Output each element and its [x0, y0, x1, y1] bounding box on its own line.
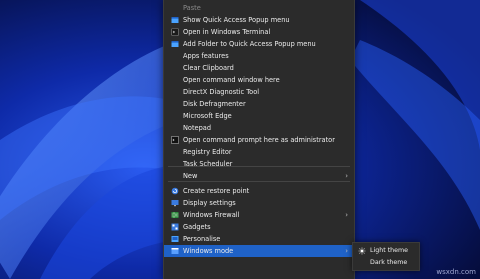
terminal-icon [171, 28, 179, 36]
submenu-item-label: Dark theme [370, 259, 408, 266]
menu-item-label: Add Folder to Quick Access Popup menu [183, 40, 316, 48]
menu-item-label: Paste [183, 4, 201, 12]
firewall-icon [171, 211, 179, 219]
menu-item-label: Microsoft Edge [183, 112, 232, 120]
menu-item-label: Show Quick Access Popup menu [183, 16, 290, 24]
submenu-item-dark-theme[interactable]: Dark theme [353, 257, 419, 269]
menu-item-label: Apps features [183, 52, 229, 60]
menu-item-label: Windows mode [183, 247, 234, 255]
menu-item-open-command-prompt-here-as-administrator[interactable]: Open command prompt here as administrato… [164, 134, 354, 146]
menu-item-create-restore-point[interactable]: Create restore point [164, 185, 354, 197]
menu-item-clear-clipboard[interactable]: Clear Clipboard [164, 62, 354, 74]
display-icon [171, 199, 179, 207]
menu-item-notepad[interactable]: Notepad [164, 122, 354, 134]
cmd-icon [171, 136, 179, 144]
menu-item-open-command-window-here[interactable]: Open command window here [164, 74, 354, 86]
menu-item-microsoft-edge[interactable]: Microsoft Edge [164, 110, 354, 122]
menu-item-label: Open command prompt here as administrato… [183, 136, 335, 144]
menu-item-personalise[interactable]: Personalise [164, 233, 354, 245]
menu-item-display-settings[interactable]: Display settings [164, 197, 354, 209]
personalise-icon [171, 235, 179, 243]
menu-item-label: Display settings [183, 199, 236, 207]
menu-item-add-folder-to-quick-access-popup-menu[interactable]: Add Folder to Quick Access Popup menu [164, 38, 354, 50]
menu-item-label: Open in Windows Terminal [183, 28, 271, 36]
menu-item-label: Task Scheduler [183, 160, 233, 168]
menu-item-show-quick-access-popup-menu[interactable]: Show Quick Access Popup menu [164, 14, 354, 26]
context-menu: Paste Show Quick Access Popup menu Open in… [163, 0, 355, 279]
restore-icon [171, 187, 179, 195]
windows-mode-icon [171, 247, 179, 255]
menu-item-label: DirectX Diagnostic Tool [183, 88, 260, 96]
menu-item-label: Disk Defragmenter [183, 100, 246, 108]
menu-item-label: Registry Editor [183, 148, 232, 156]
menu-item-label: Notepad [183, 124, 212, 132]
menu-item-paste: Paste [164, 2, 354, 14]
sun-icon [358, 247, 366, 255]
menu-item-registry-editor[interactable]: Registry Editor [164, 146, 354, 158]
windows-mode-submenu: Light theme Dark theme [352, 242, 420, 271]
menu-item-windows-firewall[interactable]: Windows Firewall › [164, 209, 354, 221]
menu-item-task-scheduler[interactable]: Task Scheduler [164, 158, 354, 170]
menu-item-directx-diagnostic-tool[interactable]: DirectX Diagnostic Tool [164, 86, 354, 98]
menu-item-disk-defragmenter[interactable]: Disk Defragmenter [164, 98, 354, 110]
menu-separator [168, 166, 350, 167]
menu-item-gadgets[interactable]: Gadgets [164, 221, 354, 233]
menu-item-open-in-windows-terminal[interactable]: Open in Windows Terminal [164, 26, 354, 38]
popup-icon [171, 16, 179, 24]
menu-item-label: Gadgets [183, 223, 211, 231]
watermark: wsxdn.com [436, 268, 476, 276]
chevron-right-icon: › [345, 247, 348, 255]
menu-item-label: Windows Firewall [183, 211, 240, 219]
menu-item-label: Clear Clipboard [183, 64, 234, 72]
gadgets-icon [171, 223, 179, 231]
menu-item-label: Personalise [183, 235, 221, 243]
menu-separator [168, 181, 350, 182]
submenu-item-label: Light theme [370, 247, 409, 254]
popup-icon [171, 40, 179, 48]
menu-item-label: Create restore point [183, 187, 250, 195]
menu-item-label: Open command window here [183, 76, 280, 84]
menu-item-apps-features[interactable]: Apps features [164, 50, 354, 62]
menu-item-windows-mode[interactable]: Windows mode › [164, 245, 354, 257]
chevron-right-icon: › [345, 211, 348, 219]
submenu-item-light-theme[interactable]: Light theme [353, 245, 419, 257]
